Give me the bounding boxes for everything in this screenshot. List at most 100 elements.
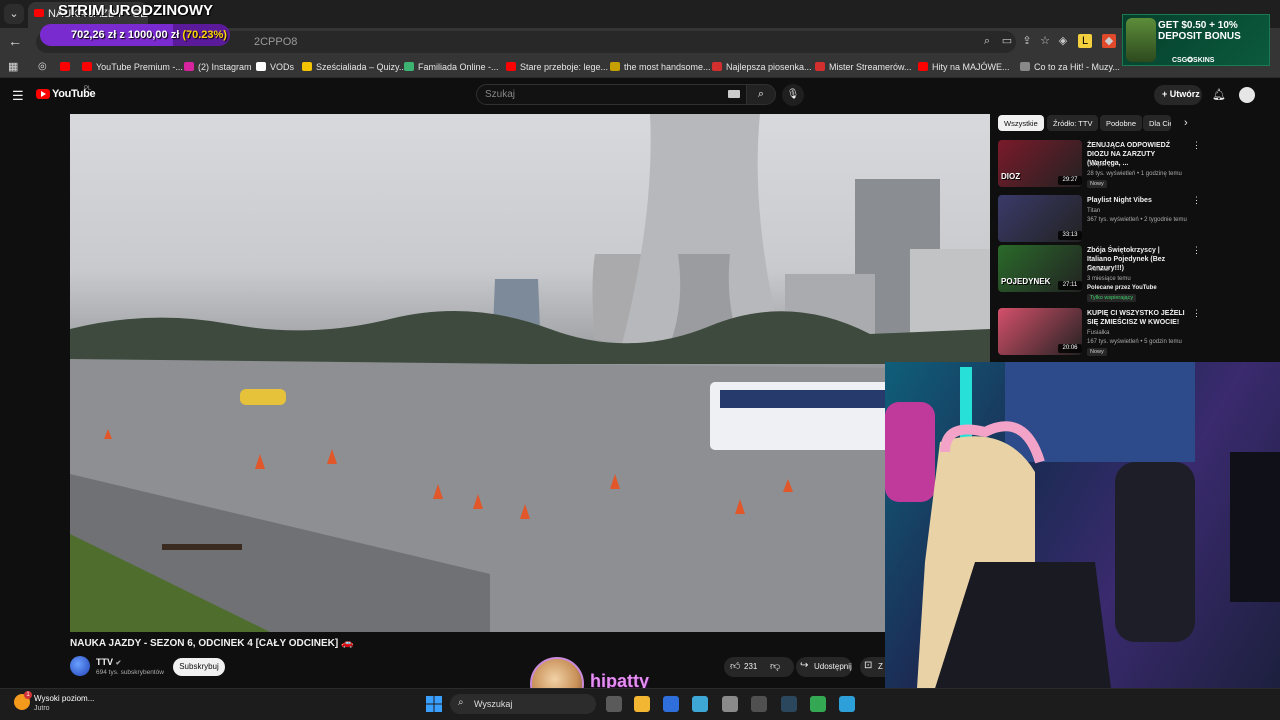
tab-search-button[interactable]: ⌄ (4, 4, 24, 24)
bookmark-label: VODs (270, 62, 295, 72)
share-page-icon[interactable]: ⇪ (1020, 34, 1034, 48)
windows-start-icon[interactable] (426, 696, 442, 712)
bookmark-item[interactable]: Mister Streamerów... (815, 60, 912, 74)
bookmark-label: Co to za Hit! - Muzy... (1034, 62, 1120, 72)
channel-name[interactable]: Gimper (1087, 162, 1107, 168)
notifications-bell-icon[interactable]: 🔔︎ (1212, 88, 1226, 101)
channel-name[interactable]: Pronosz (1087, 267, 1109, 273)
sponsor-brand: CSG✪SKINS (1172, 57, 1215, 64)
bookmark-item[interactable]: Najlepsza piosenka... (712, 60, 812, 74)
channel-name[interactable]: TTV ✔ (96, 657, 121, 667)
thumbs-down-icon[interactable]: 👎︎ (770, 660, 780, 672)
create-label: Utwórz (1169, 89, 1200, 99)
microsoft-store-icon[interactable] (663, 696, 679, 712)
apps-grid-icon[interactable]: ▦ (8, 60, 18, 73)
bookmark-item[interactable]: Stare przeboje: lege... (506, 60, 608, 74)
bus-windows (720, 390, 900, 408)
status-badge: Tylko wspierający (1087, 294, 1137, 302)
gaming-chair (1115, 462, 1195, 642)
channel-avatar[interactable] (70, 656, 90, 676)
status-badge: Nowy (1087, 348, 1107, 356)
settings-icon[interactable] (722, 696, 738, 712)
create-button[interactable]: + Utwórz (1154, 85, 1202, 105)
thumbs-up-icon[interactable]: 👍︎ (730, 660, 740, 672)
voice-search-button[interactable]: 🎙 (782, 84, 804, 106)
bench (162, 544, 242, 550)
bookmark-item[interactable]: Sześcialiada – Quizy... (302, 60, 406, 74)
chrome-icon[interactable]: ◎ (38, 61, 47, 72)
video-title[interactable]: KUPIĘ CI WSZYSTKO JEŻELI SIĘ ZMIEŚCISZ W… (1087, 309, 1185, 327)
channel-name[interactable]: Titan (1087, 208, 1100, 214)
bookmark-favicon-icon (404, 62, 414, 71)
search-button[interactable]: ⌕ (746, 84, 776, 105)
bookmark-item[interactable]: VODs (256, 60, 294, 74)
bookmark-item[interactable]: Co to za Hit! - Muzy... (1020, 60, 1120, 74)
subscribe-button[interactable]: Subskrybuj (173, 658, 225, 676)
snipping-tool-icon[interactable] (692, 696, 708, 712)
bookmark-item[interactable]: the most handsome... (610, 60, 711, 74)
account-avatar[interactable] (1239, 87, 1255, 103)
filter-chip[interactable]: Wszystkie (998, 115, 1044, 131)
bookmark-label: Mister Streamerów... (829, 62, 912, 72)
filter-chip[interactable]: Dla Ciebie (1143, 115, 1171, 131)
bookmark-item[interactable]: Hity na MAJÓWE... (918, 60, 1010, 74)
chrome-icon[interactable] (810, 696, 826, 712)
search-input[interactable]: Szukaj (476, 84, 748, 105)
back-arrow-icon[interactable]: ← (8, 33, 22, 49)
video-meta: 367 tys. wyświetleń • 2 tygodnie temu (1087, 217, 1187, 223)
steam-icon[interactable] (781, 696, 797, 712)
keyboard-icon[interactable] (728, 90, 740, 98)
task-view-icon[interactable] (606, 696, 622, 712)
sponsor-text: GET $0.50 + 10% DEPOSIT BONUS (1158, 20, 1241, 42)
filter-chip[interactable]: Podobne (1100, 115, 1143, 131)
more-vert-icon[interactable]: ⋮ (1192, 245, 1201, 256)
save-label: Z (878, 662, 883, 671)
bookmark-item[interactable]: (2) Instagram (184, 60, 252, 74)
video-player[interactable] (70, 114, 990, 632)
extension-icon[interactable]: ◈ (1056, 34, 1070, 48)
goal-current: 702,26 zł (71, 29, 117, 41)
video-meta: 167 tys. wyświetleń • 5 godzin temu (1087, 339, 1182, 345)
chevron-right-icon[interactable]: › (1184, 117, 1188, 129)
status-badge: Nowy (1087, 180, 1107, 188)
video-meta: 3 miesiące temu (1087, 276, 1131, 282)
zoom-icon[interactable]: ⌕ (980, 34, 994, 48)
save-icon: ⊡ (864, 660, 873, 671)
bookmark-label: Stare przeboje: lege... (520, 62, 609, 72)
yellow-car (240, 389, 286, 405)
video-duration: 27:11 (1058, 281, 1082, 290)
filter-chip[interactable]: Źródło: TTV (1047, 115, 1099, 131)
more-vert-icon[interactable]: ⋮ (1192, 140, 1201, 151)
plus-icon: + (1162, 89, 1170, 99)
bookmark-favicon-icon (60, 62, 70, 71)
bookmark-favicon-icon (815, 62, 825, 71)
bookmark-favicon-icon (506, 62, 516, 71)
weather-title[interactable]: Wysoki poziom... (34, 694, 94, 703)
more-vert-icon[interactable]: ⋮ (1192, 308, 1201, 319)
bookmark-favicon-icon (256, 62, 266, 71)
youtube-region-label: PL (84, 86, 92, 92)
video-duration: 33:13 (1058, 231, 1082, 240)
youtube-favicon-icon (34, 9, 44, 17)
video-frame (70, 114, 990, 632)
goal-target: 1000,00 zł (127, 29, 180, 41)
sponsor-mascot-icon (1126, 18, 1156, 62)
cast-icon[interactable]: ▭ (1000, 34, 1014, 48)
menu-hamburger-icon[interactable]: ☰ (12, 88, 24, 104)
bookmark-star-icon[interactable]: ☆ (1038, 34, 1052, 48)
extension-yellow-icon[interactable]: L (1078, 34, 1092, 48)
bookmark-item[interactable] (60, 60, 74, 74)
taskbar-search[interactable]: Wyszukaj (450, 694, 596, 714)
video-title[interactable]: Playlist Night Vibes (1087, 196, 1185, 205)
bookmark-item[interactable]: Familiada Online -... (404, 60, 499, 74)
obs-icon[interactable] (751, 696, 767, 712)
bookmark-item[interactable]: YouTube Premium -... (82, 60, 183, 74)
bookmark-favicon-icon (610, 62, 620, 71)
channel-name[interactable]: Fusialka (1087, 330, 1109, 336)
file-explorer-icon[interactable] (634, 696, 650, 712)
video-duration: 20:06 (1058, 344, 1082, 353)
app-window-icon[interactable] (839, 696, 855, 712)
share-arrow-icon: ↪ (800, 660, 809, 671)
more-vert-icon[interactable]: ⋮ (1192, 195, 1201, 206)
extension-red-icon[interactable]: ◆ (1102, 34, 1116, 48)
